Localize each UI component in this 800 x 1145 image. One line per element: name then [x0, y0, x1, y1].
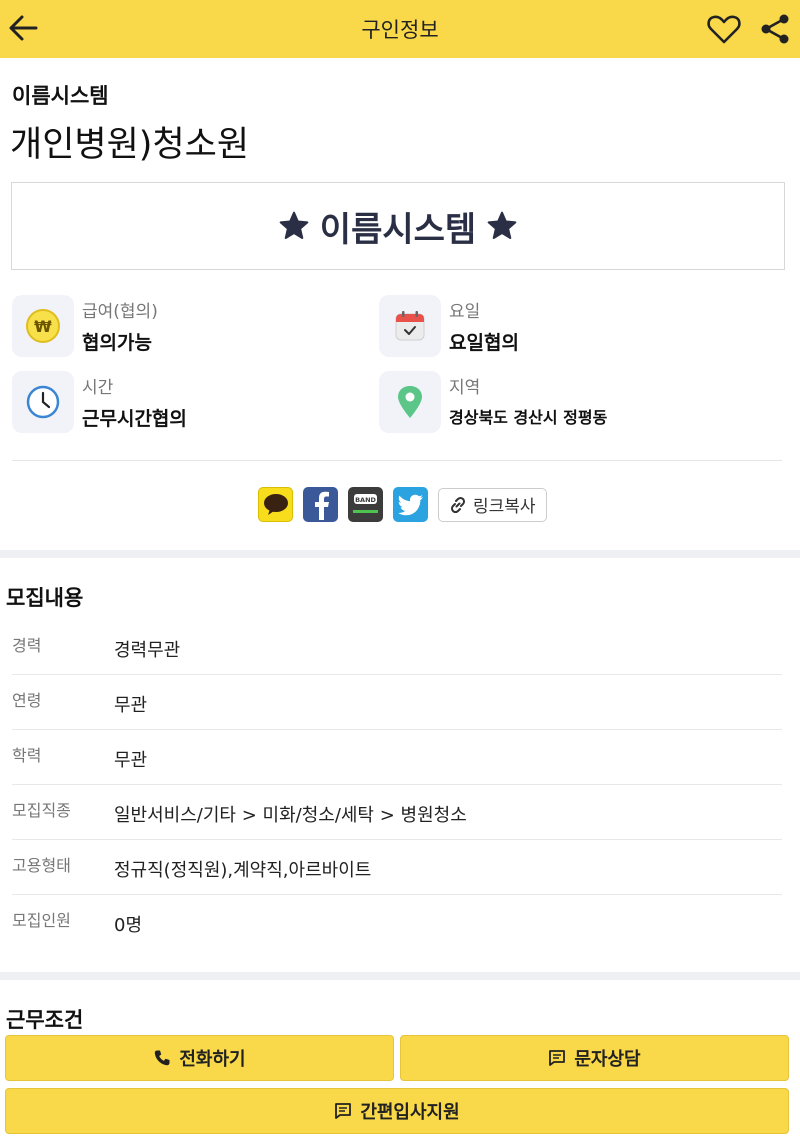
facebook-icon [314, 491, 329, 520]
back-arrow-icon[interactable] [6, 10, 42, 46]
time-value: 근무시간협의 [82, 408, 187, 430]
days-value: 요일협의 [449, 332, 519, 354]
copy-link-label: 링크복사 [473, 497, 536, 517]
info-area: 지역 경상북도 경산시 정평동 [379, 371, 607, 433]
job-title: 개인병원)청소원 [10, 125, 250, 165]
company-banner: 이름시스템 [11, 182, 785, 270]
sms-button[interactable]: 문자상담 [400, 1035, 789, 1081]
row-label: 연령 [12, 691, 42, 710]
row-label: 모집인원 [12, 911, 71, 930]
svg-text:₩: ₩ [34, 317, 52, 336]
section-separator [0, 550, 800, 558]
row-value: 일반서비스/기타 > 미화/청소/세탁 > 병원청소 [114, 805, 467, 826]
band-logo-text: BAND [355, 496, 376, 504]
copy-link-button[interactable]: 링크복사 [438, 487, 547, 522]
twitter-icon [397, 494, 423, 515]
message-icon [335, 1103, 352, 1119]
row-value: 정규직(정직원),계약직,아르바이트 [114, 860, 372, 881]
recruit-section-title: 모집내용 [6, 586, 84, 610]
row-label: 고용형태 [12, 856, 71, 875]
share-icon[interactable] [758, 12, 792, 46]
sms-button-label: 문자상담 [574, 1049, 641, 1070]
twitter-share-button[interactable] [393, 487, 428, 522]
row-label: 경력 [12, 636, 42, 655]
kakaotalk-share-button[interactable] [258, 487, 293, 522]
divider [12, 460, 782, 461]
section-separator [0, 972, 800, 980]
calendar-icon [395, 311, 425, 341]
table-row: 연령 무관 [12, 675, 782, 730]
link-icon [450, 496, 466, 513]
row-value: 무관 [114, 695, 148, 716]
star-icon [487, 211, 517, 239]
band-share-button[interactable]: BAND [348, 487, 383, 522]
row-value: 경력무관 [114, 640, 181, 661]
pay-label: 급여(협의) [82, 302, 158, 322]
won-coin-icon: ₩ [26, 309, 60, 343]
table-row: 학력 무관 [12, 730, 782, 785]
info-time: 시간 근무시간협의 [12, 371, 187, 433]
row-value: 0명 [114, 915, 143, 936]
star-icon [279, 211, 309, 239]
pay-value: 협의가능 [82, 332, 152, 354]
call-button[interactable]: 전화하기 [5, 1035, 394, 1081]
conditions-section-title: 근무조건 [6, 1008, 84, 1032]
band-icon: BAND [350, 489, 381, 520]
table-row: 모집직종 일반서비스/기타 > 미화/청소/세탁 > 병원청소 [12, 785, 782, 840]
days-label: 요일 [449, 302, 481, 322]
location-pin-icon [398, 386, 422, 418]
row-label: 학력 [12, 746, 42, 765]
quick-apply-label: 간편입사지원 [360, 1102, 460, 1123]
quick-apply-button[interactable]: 간편입사지원 [5, 1088, 789, 1134]
share-row: BAND 링크복사 [258, 487, 547, 522]
row-value: 무관 [114, 750, 148, 771]
banner-text: 이름시스템 [319, 209, 477, 250]
table-row: 경력 경력무관 [12, 620, 782, 675]
row-label: 모집직종 [12, 801, 71, 820]
phone-icon [155, 1050, 170, 1066]
top-bar: 구인정보 [0, 0, 800, 58]
table-row: 고용형태 정규직(정직원),계약직,아르바이트 [12, 840, 782, 895]
clock-icon [26, 385, 60, 419]
info-pay: ₩ 급여(협의) 협의가능 [12, 295, 158, 357]
area-label: 지역 [449, 378, 481, 398]
message-icon [549, 1050, 566, 1066]
company-name: 이름시스템 [12, 84, 109, 108]
page-title: 구인정보 [361, 18, 439, 42]
area-value: 경상북도 경산시 정평동 [449, 408, 608, 427]
table-row: 모집인원 0명 [12, 895, 782, 950]
heart-icon[interactable] [706, 12, 742, 46]
time-label: 시간 [82, 378, 114, 398]
info-days: 요일 요일협의 [379, 295, 519, 357]
facebook-share-button[interactable] [303, 487, 338, 522]
kakaotalk-icon [263, 493, 288, 515]
call-button-label: 전화하기 [179, 1049, 246, 1070]
